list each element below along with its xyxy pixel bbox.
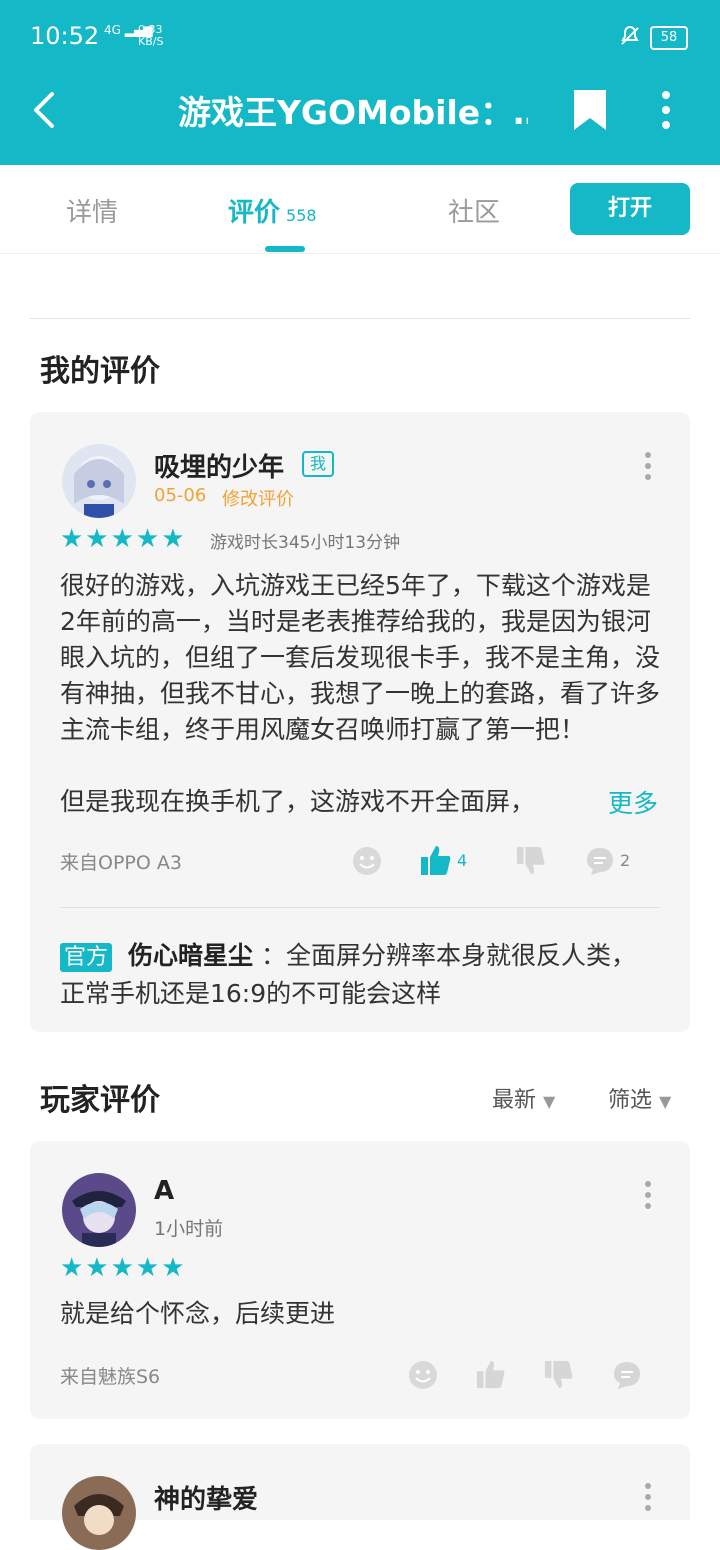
like-count: 4 — [457, 851, 468, 870]
emoji-icon[interactable] — [352, 846, 382, 876]
chevron-down-icon: ▼ — [659, 1092, 672, 1111]
review-options-icon[interactable] — [643, 451, 653, 481]
review-username[interactable]: 神的挚爱 — [154, 1479, 258, 1516]
comment-count: 2 — [620, 851, 631, 870]
sort-dropdown[interactable]: 最新 ▼ — [492, 1082, 555, 1114]
review-options-icon[interactable] — [643, 1180, 653, 1210]
edit-review-link[interactable]: 修改评价 — [222, 485, 294, 511]
active-tab-indicator — [265, 246, 305, 252]
back-arrow-icon[interactable] — [30, 90, 60, 130]
player-reviews-title: 玩家评价 — [40, 1083, 160, 1118]
review-text-tail: 但是我现在换手机了，这游戏不开全面屏， — [60, 787, 536, 816]
expand-more-link[interactable]: 更多 — [608, 784, 658, 820]
comment-icon[interactable] — [585, 846, 615, 876]
official-name[interactable]: 伤心暗星尘 — [128, 941, 253, 970]
star-rating: ★★★★★ — [60, 524, 187, 554]
more-menu-icon[interactable] — [654, 90, 678, 130]
avatar[interactable] — [62, 1476, 136, 1550]
review-username[interactable]: 吸埋的少年 — [154, 447, 284, 484]
battery-indicator: 58 — [650, 26, 688, 50]
tab-reviews[interactable]: 评价 558 — [228, 192, 317, 229]
thumbs-down-icon[interactable] — [544, 1360, 574, 1390]
review-username[interactable]: A — [154, 1176, 174, 1206]
device-source: 来自OPPO A3 — [60, 852, 182, 874]
tab-details[interactable]: 详情 — [66, 192, 118, 229]
divider — [60, 907, 660, 908]
status-time: 10:52 — [30, 22, 100, 50]
review-count: 558 — [286, 206, 317, 225]
bookmark-icon[interactable] — [572, 88, 608, 132]
network-speed: 0.33 KB/S — [138, 23, 164, 48]
filter-dropdown[interactable]: 筛选 ▼ — [608, 1082, 671, 1114]
chevron-down-icon: ▼ — [543, 1092, 556, 1111]
emoji-icon[interactable] — [408, 1360, 438, 1390]
thumbs-up-icon[interactable] — [476, 1359, 506, 1389]
official-tag: 官方 — [60, 943, 113, 972]
official-reply: 官方 伤心暗星尘 ：全面屏分辨率本身就很反人类，正常手机还是16:9的不可能会这… — [60, 938, 660, 1012]
review-time: 1小时前 — [154, 1218, 224, 1240]
me-badge: 我 — [302, 451, 335, 477]
review-options-icon[interactable] — [643, 1482, 653, 1512]
star-rating: ★★★★★ — [60, 1253, 187, 1283]
page-title: 游戏王YGOMobile：… — [178, 93, 528, 132]
device-source: 来自魅族S6 — [60, 1366, 161, 1388]
review-text: 就是给个怀念，后续更进 — [60, 1299, 336, 1328]
comment-icon[interactable] — [612, 1360, 642, 1390]
thumbs-up-icon[interactable] — [420, 844, 452, 876]
divider — [30, 318, 690, 319]
tab-community[interactable]: 社区 — [448, 192, 500, 229]
avatar[interactable] — [62, 1173, 136, 1247]
playtime: 游戏时长345小时13分钟 — [210, 533, 401, 553]
thumbs-down-icon[interactable] — [516, 846, 546, 876]
avatar[interactable] — [62, 444, 136, 518]
review-text: 很好的游戏，入坑游戏王已经5年了，下载这个游戏是2年前的高一，当时是老表推荐给我… — [60, 571, 661, 744]
open-app-button[interactable]: 打开 — [570, 183, 690, 235]
review-date: 05-06 — [154, 485, 207, 506]
bell-muted-icon — [621, 25, 639, 45]
my-review-title: 我的评价 — [40, 354, 160, 389]
